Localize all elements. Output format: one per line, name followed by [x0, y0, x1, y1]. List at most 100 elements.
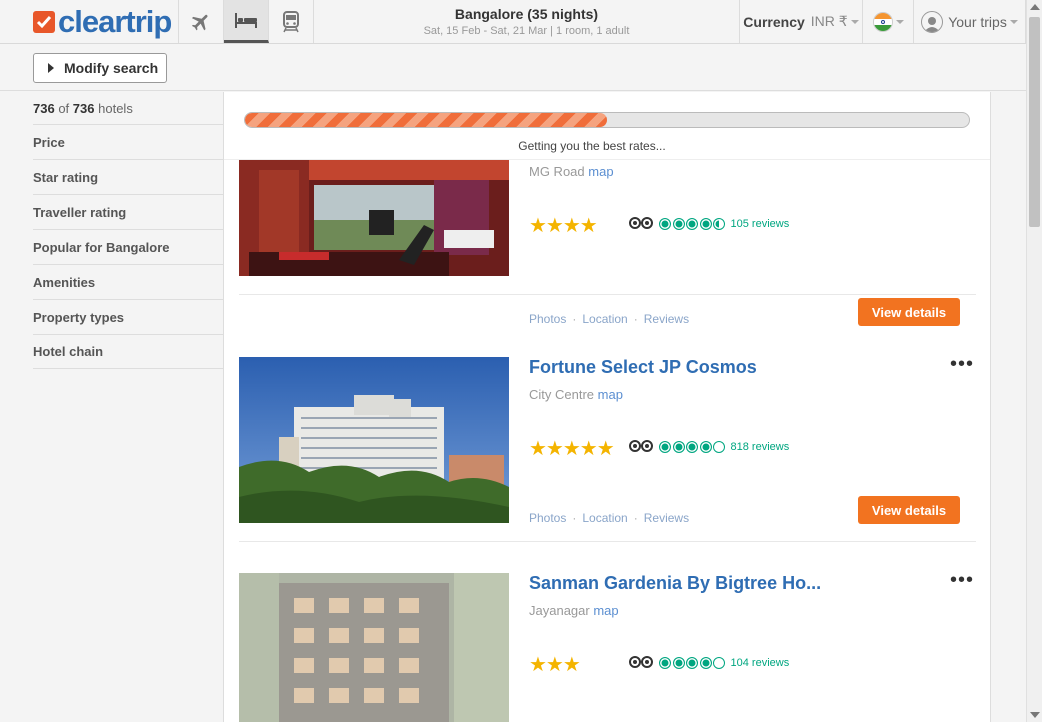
search-toolbar: Modify search: [0, 45, 1026, 91]
logo-text: cleartrip: [58, 3, 172, 39]
review-count: 105 reviews: [730, 218, 790, 230]
scrollbar-thumb[interactable]: [1029, 17, 1040, 227]
count-total: 736: [72, 101, 95, 116]
hotel-location: MG Road map: [529, 164, 614, 179]
hotel-photo[interactable]: [239, 160, 509, 276]
location-link[interactable]: Location: [582, 312, 627, 326]
count-of: of: [58, 101, 70, 116]
reviews-link[interactable]: Reviews: [644, 511, 689, 525]
filter-property-types[interactable]: Property types: [33, 299, 223, 334]
flights-tab[interactable]: [179, 0, 224, 43]
review-count: 104 reviews: [730, 657, 790, 669]
filter-star-rating[interactable]: Star rating: [33, 159, 223, 194]
reviews-link[interactable]: Reviews: [644, 312, 689, 326]
currency-selector[interactable]: Currency INR ₹: [740, 0, 863, 43]
modify-search-label: Modify search: [64, 60, 159, 76]
country-selector[interactable]: [863, 0, 914, 43]
page-scrollbar[interactable]: [1026, 0, 1042, 722]
trip-dates: Sat, 15 Feb - Sat, 21 Mar | 1 room, 1 ad…: [423, 25, 630, 37]
tripadvisor-owl-icon: [629, 440, 653, 454]
trip-city: Bangalore (35 nights): [454, 6, 599, 22]
hotels-tab[interactable]: [224, 0, 269, 43]
triangle-right-icon: [48, 63, 54, 73]
modify-search-button[interactable]: Modify search: [33, 53, 167, 83]
currency-value: INR ₹: [810, 13, 848, 29]
chevron-down-icon: [895, 19, 904, 24]
hotel-card: Sanman Gardenia By Bigtree Ho... ••• Jay…: [239, 570, 976, 722]
rating-bubble: [672, 657, 685, 669]
rating-bubble: [713, 441, 725, 453]
star-rating: ★★★: [529, 654, 581, 676]
loading-area: Getting you the best rates...: [224, 92, 990, 160]
location-link[interactable]: Location: [582, 511, 627, 525]
rating-bubble: [686, 657, 698, 669]
tripadvisor-rating[interactable]: 104 reviews: [629, 656, 789, 670]
rating-bubble: [713, 657, 725, 669]
hotel-links: Photos · Location · Reviews: [529, 312, 690, 326]
rating-bubble: [659, 441, 671, 453]
rating-bubble: [699, 218, 712, 230]
rating-bubble: [699, 657, 712, 669]
hotel-name[interactable]: Fortune Select JP Cosmos: [529, 357, 757, 378]
hotel-photo[interactable]: [239, 357, 509, 523]
hotel-count: 736 of 736 hotels: [33, 101, 133, 116]
filter-traveller-rating[interactable]: Traveller rating: [33, 194, 223, 229]
chevron-down-icon: [1009, 19, 1018, 24]
more-options-icon[interactable]: •••: [950, 354, 974, 374]
hotel-area: MG Road: [529, 164, 585, 179]
hotel-location: Jayanagar map: [529, 603, 619, 618]
map-link[interactable]: map: [598, 387, 623, 402]
hotel-area: Jayanagar: [529, 603, 590, 618]
plane-icon: [191, 14, 208, 30]
view-details-button[interactable]: View details: [858, 496, 960, 524]
rating-bubble: [686, 218, 698, 230]
cleartrip-logo[interactable]: cleartrip: [0, 0, 179, 43]
progress-fill: [245, 113, 607, 127]
trains-tab[interactable]: [269, 0, 314, 43]
photos-link[interactable]: Photos: [529, 312, 566, 326]
your-trips-label: Your trips: [948, 13, 1007, 30]
tripadvisor-owl-icon: [629, 656, 653, 670]
tripadvisor-owl-icon: [629, 217, 653, 231]
filter-amenities[interactable]: Amenities: [33, 264, 223, 299]
user-avatar-icon: [921, 10, 944, 33]
hotel-name[interactable]: Sanman Gardenia By Bigtree Ho...: [529, 573, 821, 594]
filter-price[interactable]: Price: [33, 124, 223, 159]
tripadvisor-rating[interactable]: 105 reviews: [629, 217, 789, 231]
count-suffix: hotels: [98, 101, 133, 116]
filter-hotel-chain[interactable]: Hotel chain: [33, 334, 223, 369]
hotel-photo[interactable]: [239, 573, 509, 722]
map-link[interactable]: map: [588, 164, 613, 179]
results-panel: Getting you the best rates... MG Road ma…: [223, 92, 991, 722]
star-rating: ★★★★★: [529, 438, 615, 460]
count-shown: 736: [33, 101, 55, 116]
currency-label: Currency: [743, 13, 805, 30]
rating-bubble: [672, 441, 685, 453]
view-details-button[interactable]: View details: [858, 298, 960, 326]
india-flag-icon: [872, 11, 893, 32]
map-link[interactable]: map: [593, 603, 618, 618]
trip-summary[interactable]: Bangalore (35 nights) Sat, 15 Feb - Sat,…: [314, 0, 740, 43]
top-header: cleartrip Bangalore (35 nights) Sat, 15 …: [0, 0, 1026, 44]
train-icon: [283, 10, 299, 32]
hotel-area: City Centre: [529, 387, 595, 402]
hotel-location: City Centre map: [529, 387, 623, 402]
hotel-card: Fortune Select JP Cosmos ••• City Centre…: [239, 354, 976, 542]
filter-sidebar: 736 of 736 hotels Price Star rating Trav…: [0, 92, 223, 722]
rating-bubble: [672, 218, 685, 230]
hotel-links: Photos · Location · Reviews: [529, 511, 690, 525]
progress-text: Getting you the best rates...: [518, 139, 666, 153]
tripadvisor-rating[interactable]: 818 reviews: [629, 440, 789, 454]
more-options-icon[interactable]: •••: [950, 570, 974, 590]
rating-bubble: [699, 441, 712, 453]
filter-popular[interactable]: Popular for Bangalore: [33, 229, 223, 264]
chevron-down-icon: [850, 19, 859, 24]
scroll-up-icon[interactable]: [1030, 4, 1040, 10]
scroll-down-icon[interactable]: [1030, 712, 1040, 718]
bed-icon: [235, 13, 257, 28]
rating-bubble: [713, 218, 725, 230]
filter-list: Price Star rating Traveller rating Popul…: [33, 124, 223, 369]
star-rating: ★★★★: [529, 215, 598, 237]
your-trips-menu[interactable]: Your trips: [914, 0, 1026, 43]
photos-link[interactable]: Photos: [529, 511, 566, 525]
